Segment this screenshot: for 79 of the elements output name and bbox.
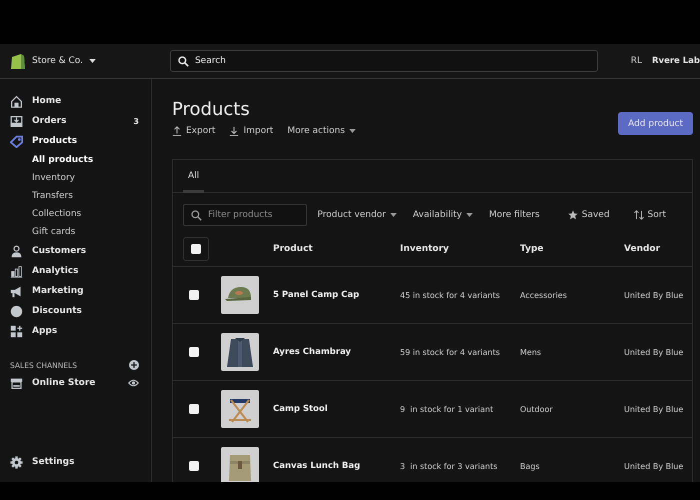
megaphone-icon xyxy=(10,284,23,298)
row-checkbox[interactable] xyxy=(189,290,199,300)
row-checkbox[interactable] xyxy=(189,347,199,357)
download-icon xyxy=(229,126,240,136)
inventory-cell-text: 3 in stock for 3 variants xyxy=(400,462,498,470)
filter-button[interactable]: Sort xyxy=(634,210,666,220)
nav-item[interactable]: Online Store xyxy=(10,373,139,393)
nav-subitem[interactable]: Transfers xyxy=(10,187,139,205)
eye-icon[interactable] xyxy=(128,379,139,387)
search-icon xyxy=(191,210,202,221)
product-name[interactable]: Camp Stool xyxy=(273,404,400,414)
product-name[interactable]: 5 Panel Camp Cap xyxy=(273,290,400,300)
bar-chart-icon xyxy=(10,264,23,278)
inventory-cell-text: 59 in stock for 4 variants xyxy=(400,348,501,356)
nav-subitem[interactable]: Collections xyxy=(10,205,139,223)
type-cell-text: Accessories xyxy=(520,290,568,300)
type-cell-text: Bags xyxy=(520,462,541,470)
add-icon[interactable] xyxy=(129,360,139,370)
filter-button[interactable]: Availability xyxy=(412,210,473,220)
nav-item[interactable]: Home xyxy=(10,91,139,111)
user-initials: RL xyxy=(630,56,642,66)
nav-item[interactable]: Analytics xyxy=(10,261,139,281)
person-icon xyxy=(10,244,23,258)
caret-icon xyxy=(348,129,356,133)
nav-item[interactable]: Apps xyxy=(10,321,139,341)
product-name[interactable]: Canvas Lunch Bag xyxy=(273,461,400,471)
nav-item[interactable]: Products xyxy=(10,131,139,151)
settings-icon xyxy=(10,456,23,468)
home-icon xyxy=(10,94,23,108)
inventory-cell-text: 45 in stock for 4 variants xyxy=(400,290,501,300)
nav-subitem[interactable]: All products xyxy=(10,151,139,169)
column-header: Product xyxy=(273,244,314,254)
export-button[interactable]: Export xyxy=(172,126,216,136)
import-button[interactable]: Import xyxy=(229,126,274,136)
column-header: Vendor xyxy=(624,244,662,254)
caret-icon xyxy=(466,213,473,217)
type-cell-text: Mens xyxy=(520,348,542,356)
sort-icon xyxy=(634,210,644,220)
tab[interactable]: All xyxy=(183,160,204,193)
product-name[interactable]: Ayres Chambray xyxy=(273,347,400,357)
type-cell-text: Outdoor xyxy=(520,404,554,414)
nav-item[interactable]: Orders 3 xyxy=(10,111,139,131)
column-header: Inventory xyxy=(400,244,450,254)
upload-icon xyxy=(172,126,182,136)
account-name[interactable]: Rvere Lab xyxy=(652,56,700,66)
inbox-icon xyxy=(10,114,23,128)
filter-button[interactable]: More filters xyxy=(488,210,540,220)
grid-icon xyxy=(10,324,23,338)
caret-icon xyxy=(89,59,96,63)
filter-button[interactable]: Product vendor xyxy=(317,210,397,220)
store-logo-icon xyxy=(10,52,26,70)
nav-item[interactable]: Customers xyxy=(10,241,139,261)
vendor-cell-text: United By Blue xyxy=(624,290,684,300)
select-all-checkbox[interactable] xyxy=(191,244,201,254)
vendor-cell-text: United By Blue xyxy=(624,348,684,356)
tag-icon xyxy=(10,134,23,148)
storefront-icon xyxy=(10,376,23,390)
vendor-cell-text: United By Blue xyxy=(624,462,684,470)
column-header: Type xyxy=(520,244,544,254)
search-icon xyxy=(178,56,189,67)
order-count: 3 xyxy=(133,116,139,126)
store-switcher[interactable]: Store & Co. xyxy=(32,56,96,66)
nav-item[interactable]: Marketing xyxy=(10,281,139,301)
filter-button[interactable]: Saved xyxy=(568,210,610,220)
inventory-cell-text: 9 in stock for 1 variant xyxy=(400,404,494,414)
nav-subitem[interactable]: Gift cards xyxy=(10,223,139,241)
nav-item[interactable]: Settings xyxy=(10,452,139,472)
star-icon xyxy=(568,210,578,220)
search-field[interactable]: Search xyxy=(170,50,598,72)
page-title: Products xyxy=(172,99,251,120)
row-checkbox[interactable] xyxy=(189,461,199,471)
more-actions-button[interactable]: More actions xyxy=(287,126,356,136)
row-checkbox[interactable] xyxy=(189,404,199,414)
add-product-button[interactable]: Add product xyxy=(618,112,693,135)
caret-icon xyxy=(390,213,397,217)
nav-item[interactable]: Discounts xyxy=(10,301,139,321)
vendor-cell-text: United By Blue xyxy=(624,404,684,414)
filter-field[interactable]: Filter products xyxy=(183,204,308,226)
nav-subitem[interactable]: Inventory xyxy=(10,169,139,187)
